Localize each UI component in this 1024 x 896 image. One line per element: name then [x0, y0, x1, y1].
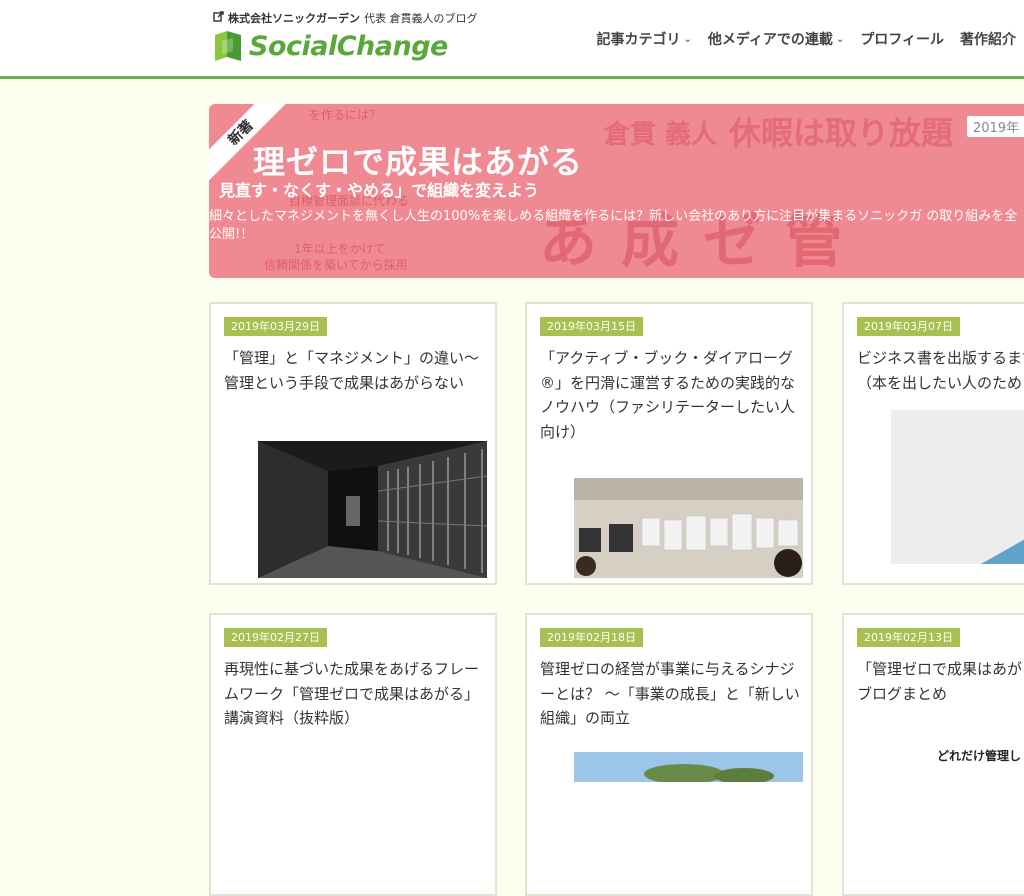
article-title[interactable]: 再現性に基づいた成果をあげるフレームワーク「管理ゼロで成果はあがる」講演資料（抜…	[224, 657, 486, 731]
date-badge: 2019年03月07日	[857, 317, 960, 336]
logo-text: SocialChange	[249, 30, 448, 62]
nav-item-other-media[interactable]: 他メディアでの連載 ⌄	[708, 29, 844, 49]
nav-label: 著作紹介	[960, 32, 1016, 48]
nav-item-categories[interactable]: 記事カテゴリ ⌄	[596, 29, 691, 49]
featured-banner[interactable]: 倉貫 義人 休暇は取り放題 あ成ゼ管 を作るには？ 目標管理面談に代わる 1年以…	[209, 104, 1024, 278]
chevron-down-icon: ⌄	[683, 33, 692, 45]
article-card[interactable]: 2019年03月07日 ビジネス書を出版するまで（本を出したい人のため	[842, 302, 1024, 585]
workshop-wall-thumbnail[interactable]	[574, 478, 803, 578]
date-badge: 2019年02月13日	[857, 628, 960, 647]
company-link[interactable]: 株式会社ソニックガーデン 代表 倉貫義人のブログ	[213, 10, 478, 26]
featured-date: 2019年	[967, 116, 1024, 137]
site-logo[interactable]: SocialChange	[213, 29, 448, 63]
featured-description: 細々としたマネジメントを無くし人生の100%を楽しめる組織を作るには？新しい会社…	[209, 209, 1018, 242]
featured-subtitle: 見直す・なくす・やめる」で組織を変えよう	[219, 181, 540, 200]
date-badge: 2019年02月18日	[540, 628, 643, 647]
nav-item-books[interactable]: 著作紹介	[960, 29, 1016, 49]
external-link-icon	[213, 11, 224, 25]
article-title[interactable]: 管理ゼロの経営が事業に与えるシナジーとは？ 〜「事業の成長」と「新しい組織」の両…	[540, 657, 802, 731]
banner-bg-heading: 休暇は取り放題	[729, 114, 954, 152]
article-card[interactable]: 2019年02月27日 再現性に基づいた成果をあげるフレームワーク「管理ゼロで成…	[209, 613, 497, 896]
article-card[interactable]: 2019年02月18日 管理ゼロの経営が事業に与えるシナジーとは？ 〜「事業の成…	[525, 613, 813, 896]
article-title[interactable]: 「アクティブ・ブック・ダイアローグ®」を円滑に運営するための実践的なノウハウ（フ…	[540, 346, 802, 444]
text-slide-thumbnail[interactable]: どれだけ管理し	[891, 745, 1024, 785]
nav-label: プロフィール	[860, 32, 944, 48]
banner-bg-line: を作るには？	[309, 108, 382, 122]
banner-bg-author: 倉貫 義人	[604, 120, 718, 150]
nav-label: 他メディアでの連載	[707, 32, 833, 48]
article-card[interactable]: 2019年03月15日 「アクティブ・ブック・ダイアローグ®」を円滑に運営するた…	[525, 302, 813, 585]
sky-trees-thumbnail[interactable]	[574, 752, 803, 782]
article-card[interactable]: 2019年02月13日 「管理ゼロで成果はあがるブログまとめ どれだけ管理し	[842, 613, 1024, 896]
article-title[interactable]: ビジネス書を出版するまで（本を出したい人のため	[857, 346, 1024, 395]
main-nav: 記事カテゴリ ⌄ 他メディアでの連載 ⌄ プロフィール 著作紹介	[596, 29, 1016, 49]
article-card[interactable]: 2019年03月29日 「管理」と「マネジメント」の違い〜管理という手段で成果は…	[209, 302, 497, 585]
prison-corridor-thumbnail[interactable]	[258, 441, 487, 578]
blog-tagline: 代表 倉貫義人のブログ	[364, 12, 478, 25]
article-title[interactable]: 「管理ゼロで成果はあがるブログまとめ	[857, 657, 1024, 706]
nav-label: 記事カテゴリ	[596, 32, 681, 48]
logo-mark-icon	[215, 31, 241, 61]
date-badge: 2019年02月27日	[224, 628, 327, 647]
article-title[interactable]: 「管理」と「マネジメント」の違い〜管理という手段で成果はあがらない	[224, 346, 486, 395]
book-cover-thumbnail[interactable]	[891, 410, 1024, 564]
chevron-down-icon: ⌄	[835, 33, 845, 45]
date-badge: 2019年03月29日	[224, 317, 327, 336]
date-badge: 2019年03月15日	[540, 317, 643, 336]
banner-bg-line: 信頼関係を築いてから採用	[264, 258, 408, 272]
nav-item-profile[interactable]: プロフィール	[860, 29, 944, 49]
site-header: 株式会社ソニックガーデン 代表 倉貫義人のブログ SocialChange 記事…	[0, 0, 1024, 79]
slide-text: どれだけ管理し	[937, 749, 1022, 763]
company-name: 株式会社ソニックガーデン	[228, 12, 360, 25]
